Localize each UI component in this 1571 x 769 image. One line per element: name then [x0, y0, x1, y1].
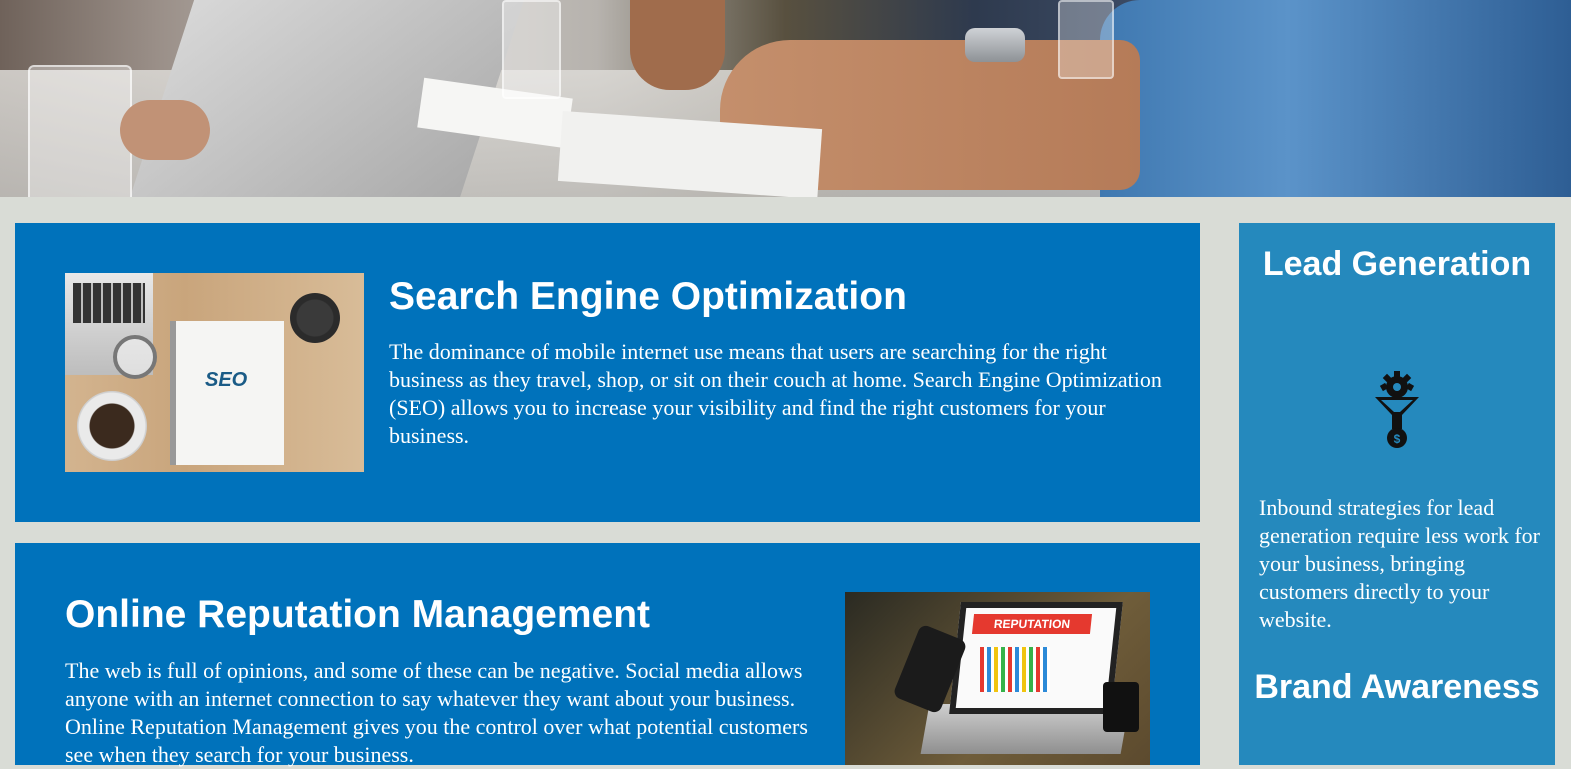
reputation-description: The web is full of opinions, and some of… [65, 658, 808, 767]
hero-image [0, 0, 1571, 197]
seo-heading: Search Engine Optimization [389, 275, 907, 318]
service-card-seo: SEO Search Engine Optimization The domin… [15, 223, 1200, 522]
brand-awareness-heading: Brand Awareness [1254, 668, 1540, 706]
service-card-reputation: Online Reputation Management The web is … [15, 543, 1200, 767]
benefits-sidebar: Lead Generation $ Inbound strategies for… [1239, 223, 1555, 765]
svg-text:$: $ [1394, 432, 1401, 446]
lead-generation-heading: Lead Generation [1262, 245, 1532, 283]
reputation-image: REPUTATION [845, 592, 1150, 765]
seo-image: SEO [65, 273, 364, 472]
reputation-heading: Online Reputation Management [65, 593, 651, 636]
seo-image-label: SEO [205, 369, 248, 391]
lead-generation-description: Inbound strategies for lead generation r… [1259, 495, 1541, 632]
reputation-image-label: REPUTATION [971, 614, 1093, 634]
lead-generation-icon: $ [1373, 371, 1421, 449]
seo-description: The dominance of mobile internet use mea… [389, 339, 1162, 448]
